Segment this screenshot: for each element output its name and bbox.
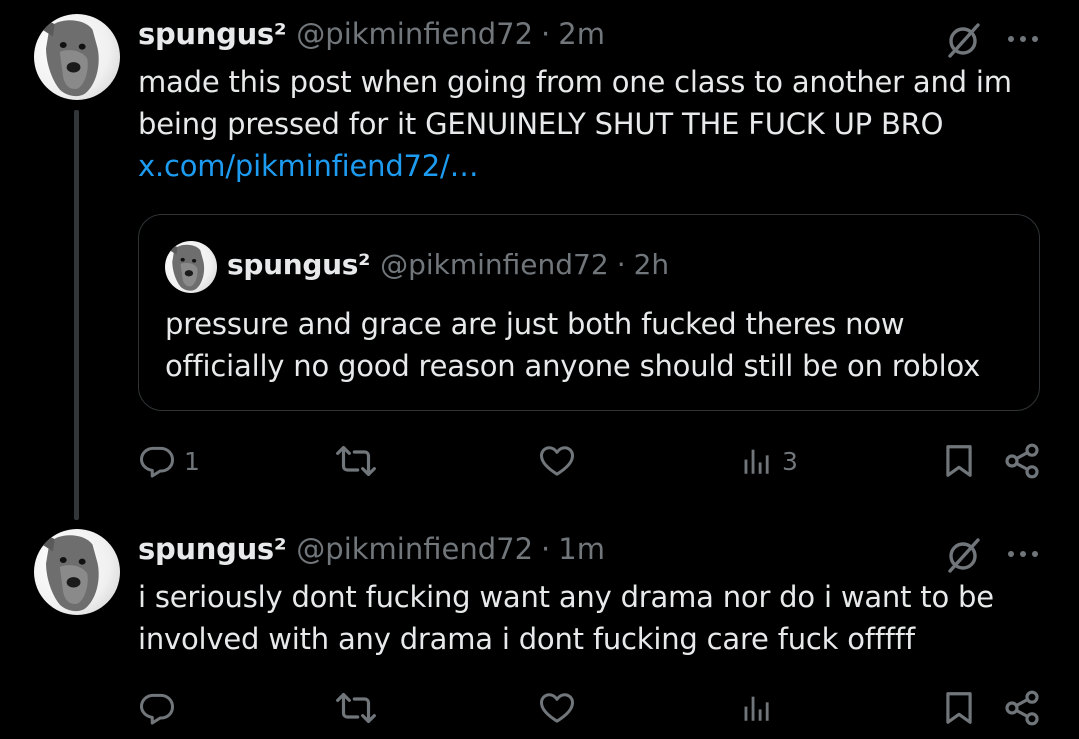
share-icon [1005,443,1039,479]
quoted-post-card[interactable]: spungus² @pikminfiend72 · 2h pressure an… [138,214,1040,411]
post-header: spungus² @pikminfiend72 · 2m [138,17,605,51]
bookmark-button[interactable] [940,688,978,728]
post-time[interactable]: 2m [558,17,605,51]
share-button[interactable] [1002,688,1042,728]
repost-icon [336,445,376,477]
post-text: i seriously dont fucking want any drama … [138,580,994,656]
views-button[interactable]: 3 [740,441,798,481]
author-avatar[interactable] [34,14,120,100]
post-text: made this post when going from one class… [138,61,1038,187]
reply-icon [139,693,175,725]
views-chart-icon [744,449,769,474]
quoted-author-handle: @pikminfiend72 [380,248,609,281]
heart-icon [539,446,575,476]
quoted-post-text: pressure and grace are just both fucked … [165,307,981,383]
views-chart-icon [744,696,769,721]
separator-dot: · [616,248,626,281]
repost-button[interactable] [336,688,384,728]
post-1[interactable]: spungus² @pikminfiend72 · 2m made this p… [0,0,1079,520]
dog-avatar-icon [34,14,120,100]
more-options-icon[interactable] [1003,27,1043,51]
thread-line [74,110,79,520]
bookmark-icon [946,692,972,724]
views-count: 3 [782,446,798,476]
reply-icon [139,446,175,478]
post-time[interactable]: 1m [558,532,605,566]
quoted-author-display-name: spungus² [227,248,371,281]
reply-button[interactable] [138,688,184,728]
author-handle[interactable]: @pikminfiend72 [296,17,533,51]
reply-button[interactable]: 1 [138,441,200,481]
repost-icon [336,692,376,724]
views-button[interactable] [740,688,782,728]
post-actions: 1 3 [138,441,1048,481]
more-options-icon[interactable] [1003,542,1043,566]
dog-avatar-icon [165,241,217,293]
grok-icon[interactable] [944,535,984,575]
post-text-content: made this post when going from one class… [138,65,1012,141]
reply-count: 1 [184,446,200,476]
quoted-author-avatar [165,241,217,293]
grok-icon[interactable] [944,20,984,60]
separator-dot: · [541,532,551,566]
repost-button[interactable] [336,441,384,481]
post-header: spungus² @pikminfiend72 · 1m [138,532,605,566]
share-button[interactable] [1002,441,1042,481]
bookmark-button[interactable] [940,441,978,481]
bookmark-icon [946,445,972,477]
quoted-post-time: 2h [633,248,670,281]
post-2[interactable]: spungus² @pikminfiend72 · 1m i seriously… [0,515,1079,739]
share-icon [1005,690,1039,726]
author-handle[interactable]: @pikminfiend72 [296,532,533,566]
like-button[interactable] [538,441,584,481]
separator-dot: · [541,17,551,51]
post-link[interactable]: x.com/pikminfiend72/… [138,145,1038,187]
author-display-name[interactable]: spungus² [138,532,287,566]
like-button[interactable] [538,688,584,728]
quoted-post-header: spungus² @pikminfiend72 · 2h [227,248,669,281]
author-display-name[interactable]: spungus² [138,17,287,51]
dog-avatar-icon [34,529,120,615]
heart-icon [539,693,575,723]
post-actions [138,688,1048,728]
author-avatar[interactable] [34,529,120,615]
